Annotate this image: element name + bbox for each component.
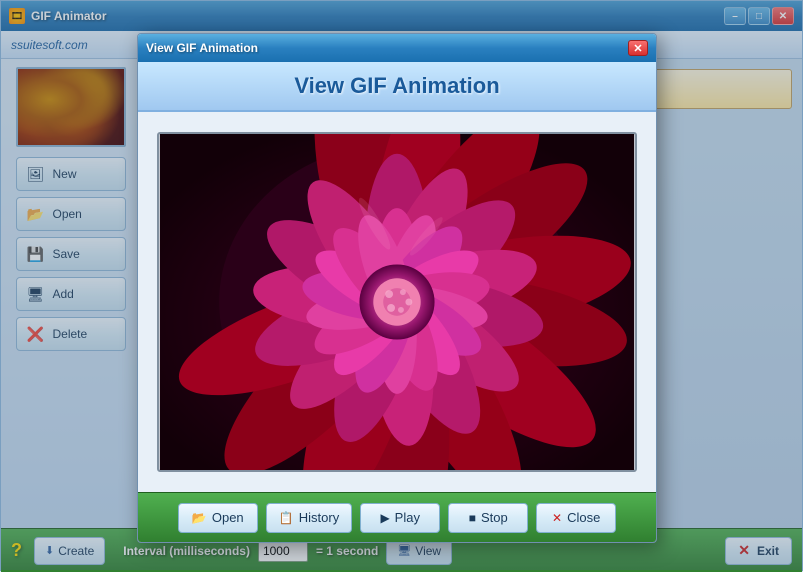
modal-header-title: View GIF Animation bbox=[294, 73, 499, 99]
modal-title: View GIF Animation bbox=[146, 41, 628, 55]
modal-play-label: Play bbox=[395, 510, 420, 525]
modal-close-label: Close bbox=[567, 510, 600, 525]
view-gif-modal: View GIF Animation ✕ View GIF Animation bbox=[137, 33, 657, 543]
modal-title-bar: View GIF Animation ✕ bbox=[138, 34, 656, 62]
modal-stop-button[interactable]: ■ Stop bbox=[448, 503, 528, 533]
modal-image-container bbox=[138, 112, 656, 492]
modal-open-icon: 📂 bbox=[192, 511, 207, 525]
modal-stop-icon: ■ bbox=[469, 511, 476, 525]
modal-open-button[interactable]: 📂 Open bbox=[178, 503, 258, 533]
flower-svg bbox=[159, 134, 635, 470]
app-window: 🎞 GIF Animator – □ ✕ ssuitesoft.com 🖼 Ne… bbox=[0, 0, 803, 571]
modal-history-button[interactable]: 📋 History bbox=[266, 503, 352, 533]
modal-bottom-bar: 📂 Open 📋 History ▶ Play ■ Stop ✕ Close bbox=[138, 492, 656, 542]
modal-history-label: History bbox=[299, 510, 339, 525]
modal-image bbox=[157, 132, 637, 472]
modal-play-icon: ▶ bbox=[380, 511, 389, 525]
modal-stop-label: Stop bbox=[481, 510, 508, 525]
modal-history-icon: 📋 bbox=[279, 511, 294, 525]
modal-close-button[interactable]: ✕ Close bbox=[536, 503, 616, 533]
modal-close-title-button[interactable]: ✕ bbox=[628, 40, 648, 56]
modal-close-icon: ✕ bbox=[552, 511, 562, 525]
modal-play-button[interactable]: ▶ Play bbox=[360, 503, 440, 533]
modal-open-label: Open bbox=[212, 510, 244, 525]
modal-header: View GIF Animation bbox=[138, 62, 656, 112]
